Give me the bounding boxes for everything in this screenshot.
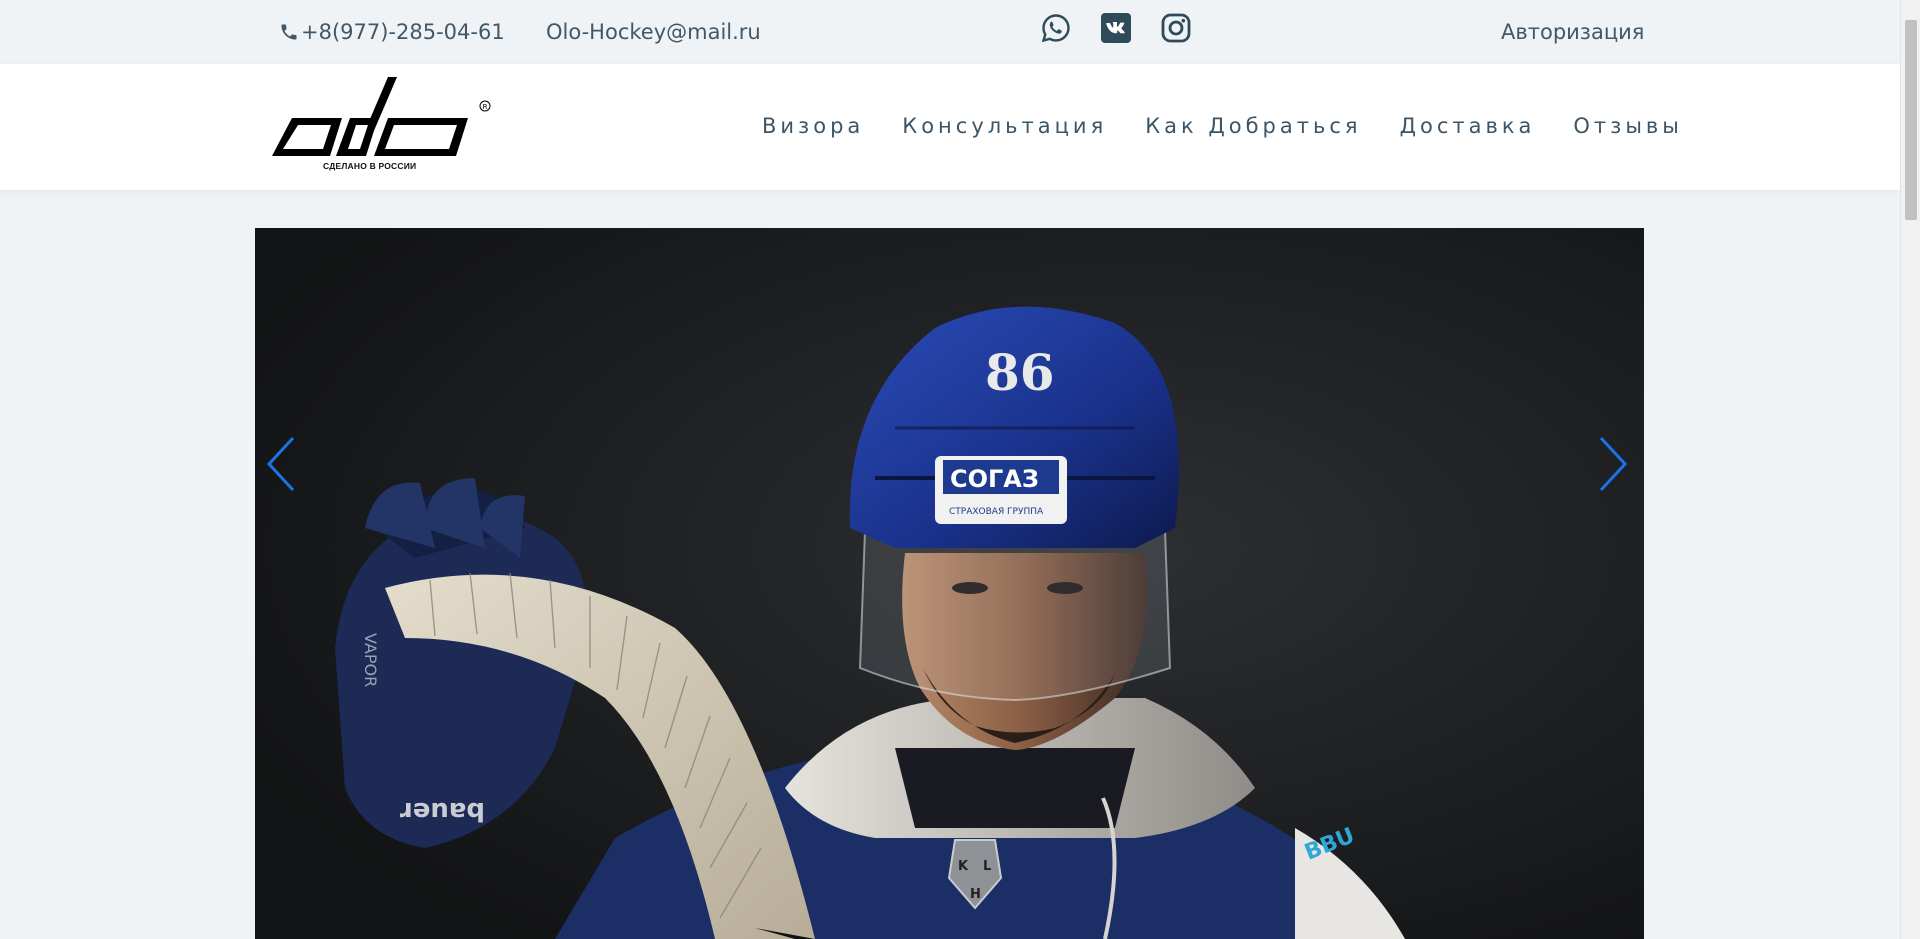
jersey-logo-k: K <box>958 859 969 874</box>
glove-brand-vapor: VAPOR <box>361 633 380 687</box>
main-nav: Визора Консультация Как Добраться Достав… <box>762 114 1683 138</box>
phone-number: +8(977)-285-04-61 <box>301 20 505 44</box>
chevron-left-icon <box>266 436 295 492</box>
whatsapp-link[interactable] <box>1040 12 1072 44</box>
jersey-logo-l: L <box>983 859 991 874</box>
helmet-sponsor-sub: СТРАХОВАЯ ГРУППА <box>949 507 1044 517</box>
logo-tagline: СДЕЛАНО В РОССИИ <box>323 161 417 171</box>
slider-next-button[interactable] <box>1596 434 1630 494</box>
chevron-right-icon <box>1599 436 1628 492</box>
nav-item-reviews[interactable]: Отзывы <box>1573 114 1682 138</box>
hero-slider: K H L BBU 86 СОГАЗ СТРАХОВАЯ ГРУППА baue… <box>255 228 1644 939</box>
scrollbar-thumb[interactable] <box>1905 20 1917 220</box>
nav-item-delivery[interactable]: Доставка <box>1400 114 1536 138</box>
main-header: R СДЕЛАНО В РОССИИ Визора Консультация К… <box>0 64 1900 190</box>
glove-brand: bauer <box>400 796 485 826</box>
slider-prev-button[interactable] <box>264 434 298 494</box>
svg-text:R: R <box>483 103 488 111</box>
vk-icon <box>1101 13 1131 43</box>
jersey-logo-h: H <box>970 887 981 902</box>
olo-logo-graphic: R <box>272 77 491 156</box>
top-contact-bar: +8(977)-285-04-61 Olo-Hockey@mail.ru Авт… <box>0 0 1900 64</box>
instagram-link[interactable] <box>1160 12 1192 44</box>
site-logo[interactable]: R СДЕЛАНО В РОССИИ <box>270 74 495 182</box>
login-link[interactable]: Авторизация <box>1501 20 1644 44</box>
phone-link[interactable]: +8(977)-285-04-61 <box>279 20 505 44</box>
nav-item-consultation[interactable]: Консультация <box>902 114 1107 138</box>
nav-item-visors[interactable]: Визора <box>762 114 864 138</box>
instagram-icon <box>1161 13 1191 43</box>
social-links <box>1040 12 1192 44</box>
helmet-number: 86 <box>985 343 1055 402</box>
phone-icon <box>281 24 297 40</box>
vk-link[interactable] <box>1100 12 1132 44</box>
whatsapp-icon <box>1041 14 1070 43</box>
hockey-player-photo: K H L BBU 86 СОГАЗ СТРАХОВАЯ ГРУППА baue… <box>255 228 1644 939</box>
helmet-sponsor: СОГАЗ <box>950 465 1039 493</box>
page-scrollbar[interactable] <box>1900 0 1920 939</box>
nav-item-directions[interactable]: Как Добраться <box>1145 114 1361 138</box>
email-link[interactable]: Olo-Hockey@mail.ru <box>546 20 761 44</box>
